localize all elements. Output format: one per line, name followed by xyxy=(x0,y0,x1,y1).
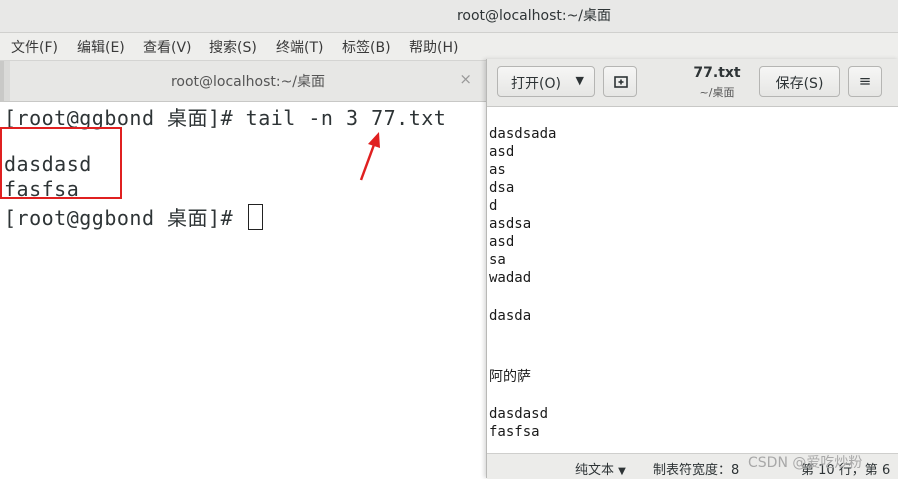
window-title: root@localhost:~/桌面 xyxy=(456,8,612,24)
terminal-tab-label: root@localhost:~/桌面 xyxy=(170,74,326,90)
text-line: wadad xyxy=(489,270,532,286)
save-button[interactable]: 保存(S) xyxy=(759,66,840,97)
gedit-text-area[interactable]: dasdsada asd as dsa d asdsa asd sa wadad… xyxy=(487,107,898,453)
gedit-headerbar: 打开(O) ▼ 77.txt ~/桌面 保存(S) ≡ xyxy=(487,59,898,107)
watermark: CSDN @爱吃炒粉 xyxy=(748,455,863,471)
terminal-prompt-line: [root@ggbond 桌面]# xyxy=(4,202,263,231)
document-path: ~/桌面 xyxy=(699,86,735,99)
gedit-window: 打开(O) ▼ 77.txt ~/桌面 保存(S) ≡ dasdsada asd… xyxy=(486,59,898,479)
hamburger-menu-button[interactable]: ≡ xyxy=(848,66,882,97)
save-button-label: 保存(S) xyxy=(775,76,824,92)
text-line: asdsa xyxy=(489,216,532,232)
menu-file[interactable]: 文件(F) xyxy=(11,37,58,57)
open-button-label: 打开(O) xyxy=(511,76,561,92)
document-title: 77.txt xyxy=(693,65,741,81)
text-line: sa xyxy=(489,252,506,268)
text-line: asd xyxy=(489,234,515,250)
highlight-box xyxy=(0,127,122,199)
menu-search[interactable]: 搜索(S) xyxy=(209,37,257,57)
tab-close-icon[interactable]: × xyxy=(459,70,472,88)
document-new-icon xyxy=(614,76,628,88)
chevron-down-icon: ▼ xyxy=(575,74,584,87)
text-line: as xyxy=(489,162,506,178)
terminal-prompt: [root@ggbond 桌面]# xyxy=(4,206,246,230)
text-line: dsa xyxy=(489,180,515,196)
text-line: asd xyxy=(489,144,515,160)
text-line: dasdasd xyxy=(489,406,549,422)
terminal-cursor xyxy=(247,204,263,230)
tab-width-selector[interactable]: 制表符宽度：8 xyxy=(653,459,739,478)
terminal-menubar: 文件(F) 编辑(E) 查看(V) 搜索(S) 终端(T) 标签(B) 帮助(H… xyxy=(0,33,898,61)
menu-tabs[interactable]: 标签(B) xyxy=(342,37,391,57)
text-line: d xyxy=(489,198,498,214)
menu-help[interactable]: 帮助(H) xyxy=(409,37,458,57)
menu-terminal[interactable]: 终端(T) xyxy=(276,37,323,57)
new-document-button[interactable] xyxy=(603,66,637,97)
annotation-arrow-icon xyxy=(359,132,380,181)
syntax-selector[interactable]: 纯文本 ▼ xyxy=(575,459,626,478)
terminal-tab[interactable]: root@localhost:~/桌面 × xyxy=(10,61,486,101)
text-line: 阿的萨 xyxy=(489,369,531,385)
menu-view[interactable]: 查看(V) xyxy=(143,37,192,57)
open-button[interactable]: 打开(O) ▼ xyxy=(497,66,595,97)
chevron-down-icon: ▼ xyxy=(618,466,626,477)
text-line: fasfsa xyxy=(489,424,540,440)
window-titlebar: root@localhost:~/桌面 xyxy=(0,0,898,33)
menu-edit[interactable]: 编辑(E) xyxy=(77,37,125,57)
text-line: dasdsada xyxy=(489,126,557,142)
hamburger-menu-icon: ≡ xyxy=(858,72,872,90)
terminal-tab-bar: root@localhost:~/桌面 × xyxy=(0,61,486,102)
text-line: dasda xyxy=(489,308,532,324)
tab-width-label: 制表符宽度：8 xyxy=(653,463,740,478)
syntax-label: 纯文本 xyxy=(575,463,615,478)
